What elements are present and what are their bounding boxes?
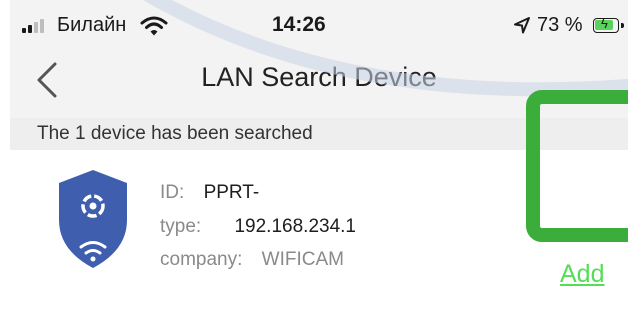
device-company-row: company: WIFICAM — [160, 249, 344, 271]
device-company-label: company: — [160, 249, 243, 270]
device-id-row: ID: PPRT- — [160, 182, 259, 204]
search-result-text: The 1 device has been searched — [37, 123, 313, 144]
device-list-item[interactable]: ID: PPRT- type: 192.168.234.1 company: W… — [10, 155, 628, 309]
status-bar: Билайн 14:26 73 % ϟ — [10, 0, 628, 52]
location-arrow-icon — [514, 17, 530, 34]
device-type-label: type: — [160, 216, 202, 237]
camera-shield-icon — [59, 170, 127, 268]
search-result-banner: The 1 device has been searched — [10, 118, 628, 150]
add-device-link[interactable]: Add — [560, 260, 604, 289]
carrier-name: Билайн — [57, 14, 127, 36]
charging-bolt-icon: ϟ — [601, 16, 608, 31]
battery-tip — [621, 23, 624, 28]
battery-icon: ϟ — [593, 16, 619, 33]
device-type-row: type: 192.168.234.1 — [160, 216, 356, 238]
battery-percent: 73 % — [537, 14, 583, 36]
wifi-icon — [140, 16, 168, 36]
device-id-label: ID: — [160, 182, 185, 203]
device-type-value: 192.168.234.1 — [234, 216, 356, 237]
device-company-value: WIFICAM — [261, 249, 344, 270]
clock-time: 14:26 — [272, 13, 326, 36]
device-id-value: PPRT- — [203, 182, 260, 203]
phone-screen: Билайн 14:26 73 % ϟ LAN Search Device Th… — [10, 0, 628, 309]
page-title: LAN Search Device — [201, 62, 437, 92]
signal-icon — [22, 19, 48, 33]
